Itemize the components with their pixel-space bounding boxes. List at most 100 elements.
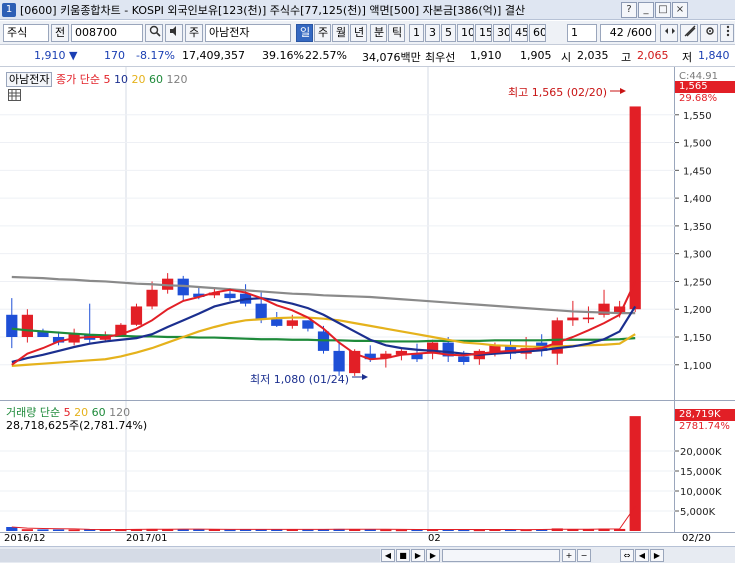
stock-name-field[interactable]: 아남전자 [205, 24, 291, 42]
settings-icon[interactable] [700, 24, 718, 42]
stock-name-tag: 아남전자 [6, 72, 53, 87]
scroll-track[interactable] [0, 549, 380, 562]
more-icon[interactable] [720, 24, 734, 42]
grid-toggle-icon[interactable] [8, 89, 21, 101]
volume-axis: 20,000K 15,000K 10,000K 5,000K 28,719K 2781… [675, 400, 735, 532]
period-day[interactable]: 일 [296, 24, 313, 42]
price-legend-label: 종가 단순 [55, 73, 100, 86]
chart-scrollbar[interactable]: ◀ ■ ▶ ▶ + − ⇔ ◀ ▶ [0, 546, 735, 563]
min-arrowhead [362, 374, 368, 380]
axis-change-rate: 29.68% [679, 93, 718, 104]
price-tick-label: 1,450 [683, 166, 712, 177]
candle-body [582, 317, 595, 320]
candle-body [567, 317, 579, 321]
price-axis-canvas: 1,100 1,150 1,200 1,250 1,300 1,350 1,400 1,450… [675, 111, 712, 372]
price-chart[interactable]: 아남전자 종가 단순 5 10 20 60 120 최고 1,565 (02/2… [0, 67, 675, 400]
quote-bar: 1,910 ▼ 170 -8.17% 17,409,357 39.16% 22.… [0, 45, 735, 67]
stock-prefix-button[interactable]: 주 [185, 24, 203, 42]
candle-body [6, 314, 18, 337]
fit-icon[interactable]: ⇔ [620, 549, 634, 562]
price-tick-label: 1,400 [683, 194, 712, 205]
help-button[interactable]: ? [621, 1, 637, 18]
current-price: 1,910 ▼ [34, 49, 78, 62]
left-icon[interactable]: ◀ [635, 549, 649, 562]
open-label: 시 [561, 51, 572, 64]
price-tick-label: 1,350 [683, 222, 712, 233]
scroll-right-icon[interactable]: ▶ [411, 549, 425, 562]
zoom-out-icon[interactable]: − [577, 549, 591, 562]
min-price-label: 최저 1,080 (01/24) [250, 373, 350, 386]
candle-body [333, 350, 345, 372]
chart-tools-icon[interactable] [680, 24, 698, 42]
turnover-rate: 39.16% [262, 49, 304, 62]
price-tick-label: 1,550 [683, 111, 712, 122]
price-tick-label: 1,250 [683, 277, 712, 288]
trade-amount: 34,076백만 [362, 51, 421, 64]
volume-bar [52, 529, 65, 531]
volume-bar [68, 529, 80, 532]
volume-tick-label: 5,000K [680, 507, 716, 518]
minute-45[interactable]: 45 [511, 24, 528, 42]
search-icon[interactable] [145, 24, 163, 42]
period-year[interactable]: 년 [350, 24, 367, 42]
window-title: [0600] 키움종합차트 - KOSPI 외국인보유[123(천)] 주식수[… [20, 3, 526, 17]
bid-price: 1,905 [520, 49, 552, 62]
right-icon[interactable]: ▶ [650, 549, 664, 562]
minimize-button[interactable]: _ [638, 1, 654, 18]
scroll-left-icon[interactable]: ◀ [381, 549, 395, 562]
minute-1[interactable]: 1 [409, 24, 424, 42]
period-tick[interactable]: 틱 [388, 24, 405, 42]
minute-15[interactable]: 15 [475, 24, 492, 42]
market-button[interactable]: 전 [51, 24, 69, 42]
ma120-legend: 120 [166, 73, 188, 86]
minute-5[interactable]: 5 [441, 24, 456, 42]
low-label: 저 [682, 51, 693, 64]
price-tick-label: 1,150 [683, 333, 712, 344]
volume-chart[interactable]: 거래량 단순 5 20 60 120 28,718,625주(2,781.74%… [0, 400, 675, 533]
minute-10[interactable]: 10 [457, 24, 474, 42]
candle-body [21, 314, 33, 337]
date-tick-3: 02 [428, 533, 441, 544]
close-button[interactable]: × [672, 1, 688, 18]
toolbar: 주식 전 008700 주 아남전자 일 주 월 년 분 틱 1 3 5 10 … [0, 21, 735, 45]
scroll-thumb[interactable] [442, 549, 560, 562]
price-legend: 아남전자 종가 단순 5 10 20 60 120 [6, 71, 187, 87]
market-select[interactable]: 주식 [3, 24, 49, 42]
max-arrowhead [620, 88, 626, 94]
candle-body [255, 303, 267, 319]
volume-tick-label: 15,000K [680, 467, 722, 478]
ma5-legend: 5 [103, 73, 111, 86]
speaker-icon[interactable] [165, 24, 183, 42]
max-price-label: 최고 1,565 (02/20) [508, 86, 608, 99]
maximize-button[interactable]: □ [655, 1, 671, 18]
change-rate: -8.17% [136, 49, 175, 62]
candle-body [286, 320, 298, 326]
scroll-icon[interactable] [660, 24, 678, 42]
candle-body [629, 106, 641, 310]
low-price: 1,840 [698, 49, 730, 62]
volume-value: 17,409,357 [182, 49, 245, 62]
unit-select[interactable]: 1 [567, 24, 597, 42]
stock-code-input[interactable]: 008700 [71, 24, 143, 42]
candle-body [271, 319, 283, 326]
minute-30[interactable]: 30 [493, 24, 510, 42]
minute-3[interactable]: 3 [425, 24, 440, 42]
window-number: 1 [2, 2, 16, 17]
volume-bar [37, 529, 49, 531]
bar-count-field[interactable]: 42 /600 [600, 24, 656, 42]
volume-axis-last: 28,719K [675, 409, 735, 421]
title-bar: 1 [0600] 키움종합차트 - KOSPI 외국인보유[123(천)] 주식… [0, 0, 735, 20]
zoom-in-icon[interactable]: + [562, 549, 576, 562]
high-label: 고 [621, 51, 632, 64]
minute-60[interactable]: 60 [529, 24, 546, 42]
scroll-start-icon[interactable]: ■ [396, 549, 410, 562]
ask-price: 1,910 [470, 49, 502, 62]
date-axis: 2016/12 2017/01 02 02/20 [0, 532, 735, 546]
period-minute[interactable]: 분 [370, 24, 387, 42]
scroll-end-icon[interactable]: ▶ [426, 549, 440, 562]
price-tick-label: 1,100 [683, 361, 712, 372]
period-week[interactable]: 주 [314, 24, 331, 42]
date-tick-2: 2017/01 [126, 533, 168, 544]
price-chart-canvas[interactable] [0, 67, 675, 400]
period-month[interactable]: 월 [332, 24, 349, 42]
